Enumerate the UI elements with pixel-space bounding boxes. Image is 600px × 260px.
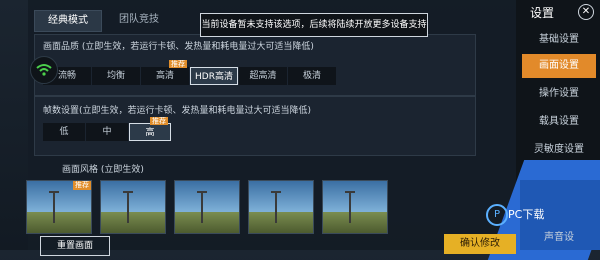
thumbnail-tower	[275, 191, 277, 223]
frame-section: 帧数设置(立即生效，若运行卡顿、发热量和耗电量过大可适当降低) 低 中 高 推荐	[34, 96, 476, 156]
close-icon[interactable]: ✕	[578, 4, 594, 20]
sidebar-title: 设置	[530, 6, 555, 20]
frame-option-medium[interactable]: 中	[86, 123, 128, 141]
wifi-icon	[36, 64, 52, 76]
thumbnail-tower	[127, 191, 129, 223]
wifi-indicator	[30, 56, 58, 84]
watermark-text: PC下载	[508, 208, 545, 221]
quality-option-balanced[interactable]: 均衡	[92, 67, 140, 85]
style-thumbnail[interactable]	[248, 180, 314, 234]
unsupported-tooltip: 当前设备暂未支持该选项，后续将陆续开放更多设备支持	[200, 13, 428, 37]
quality-option-extreme[interactable]: 极清	[288, 67, 336, 85]
thumbnail-sky	[323, 181, 387, 213]
frame-option-high[interactable]: 高 推荐	[129, 117, 171, 141]
thumbnail-sky	[101, 181, 165, 213]
sidebar-item-sound[interactable]: 声音设	[522, 226, 596, 250]
quality-option-hdr[interactable]: HDR高清	[190, 67, 238, 85]
sidebar-item-controls[interactable]: 操作设置	[522, 82, 596, 106]
confirm-changes-button[interactable]: 确认修改	[444, 234, 516, 254]
quality-options: 流畅 均衡 高清 推荐 HDR高清 超高清 极清	[43, 60, 337, 85]
quality-title: 画面品质 (立即生效，若运行卡顿、发热量和耗电量过大可适当降低)	[43, 42, 314, 52]
frame-options: 低 中 高 推荐	[43, 117, 172, 141]
frame-option-high-label: 高	[145, 128, 155, 138]
frame-title: 帧数设置(立即生效，若运行卡顿、发热量和耗电量过大可适当降低)	[43, 106, 312, 116]
tab-team-match[interactable]: 团队竞技	[106, 10, 172, 30]
sidebar-item-graphics[interactable]: 画面设置	[522, 54, 596, 78]
style-thumbnail[interactable]	[322, 180, 388, 234]
quality-option-ultra-hd[interactable]: 超高清	[239, 67, 287, 85]
tab-classic-mode[interactable]: 经典模式	[34, 10, 102, 32]
recommended-badge: 推荐	[73, 181, 91, 190]
sidebar-item-basic[interactable]: 基础设置	[522, 28, 596, 52]
quality-option-hd-label: 高清	[155, 71, 174, 81]
thumbnail-sky	[175, 181, 239, 213]
style-thumbnail[interactable]: 推荐	[26, 180, 92, 234]
style-thumbnails: 推荐	[26, 180, 388, 234]
thumbnail-tower	[201, 191, 203, 223]
thumbnail-ground	[175, 212, 239, 233]
style-title: 画面风格 (立即生效)	[62, 165, 144, 175]
style-thumbnail[interactable]	[174, 180, 240, 234]
sidebar-item-sensitivity[interactable]: 灵敏度设置	[522, 138, 596, 162]
thumbnail-tower	[349, 191, 351, 223]
style-thumbnail[interactable]	[100, 180, 166, 234]
thumbnail-ground	[323, 212, 387, 233]
watermark-logo-icon: P	[486, 204, 508, 226]
recommended-badge: 推荐	[169, 60, 187, 68]
quality-option-hd[interactable]: 高清 推荐	[141, 60, 189, 85]
thumbnail-sky	[249, 181, 313, 213]
frame-option-low[interactable]: 低	[43, 123, 85, 141]
quality-section: 画面品质 (立即生效，若运行卡顿、发热量和耗电量过大可适当降低) 流畅 均衡 高…	[34, 34, 476, 96]
recommended-badge: 推荐	[150, 117, 168, 125]
thumbnail-ground	[249, 212, 313, 233]
thumbnail-ground	[27, 212, 91, 233]
sidebar-item-vehicle[interactable]: 载具设置	[522, 110, 596, 134]
reset-graphics-button[interactable]: 重置画面	[40, 236, 110, 256]
thumbnail-tower	[53, 191, 55, 223]
thumbnail-ground	[101, 212, 165, 233]
